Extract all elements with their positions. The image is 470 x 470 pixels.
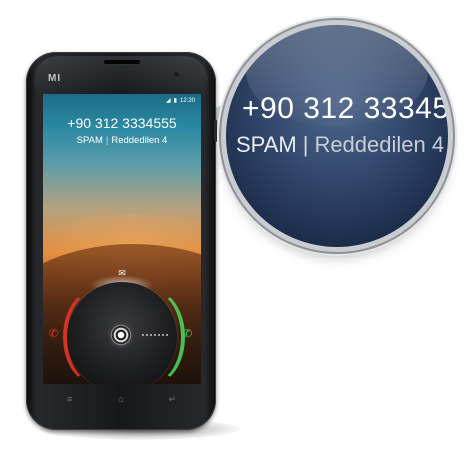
wifi-icon: ◢ bbox=[166, 98, 171, 104]
message-icon[interactable]: ✉ bbox=[117, 268, 127, 278]
back-icon[interactable]: ↵ bbox=[162, 394, 182, 405]
magnifier-lens: +90 312 333455 SPAM | Reddedilen 4 bbox=[226, 25, 448, 247]
phone-answer-icon[interactable]: ✆ bbox=[183, 327, 192, 340]
magnified-divider: | bbox=[302, 132, 309, 157]
call-slider-handle[interactable] bbox=[108, 322, 134, 348]
earpiece bbox=[104, 60, 140, 64]
caller-info: SPAM | Reddedilen 4 bbox=[43, 135, 201, 146]
side-button bbox=[214, 120, 217, 142]
navigation-bar: ≡ ⌂ ↵ bbox=[26, 394, 216, 405]
rejected-count: Reddedilen 4 bbox=[111, 135, 168, 146]
phone-decline-icon[interactable]: ✆ bbox=[49, 327, 58, 340]
caller-info-divider: | bbox=[105, 135, 109, 146]
magnified-spam-tag: SPAM bbox=[236, 132, 297, 157]
battery-icon: ▮ bbox=[173, 98, 177, 104]
incoming-call-screen: ◢ ▮ 12:20 +90 312 3334555 SPAM | Reddedile… bbox=[43, 94, 201, 384]
caller-number: +90 312 3334555 bbox=[67, 115, 177, 131]
status-bar: ◢ ▮ 12:20 bbox=[166, 97, 195, 105]
brand-logo: MI bbox=[48, 73, 62, 84]
phone-device: MI ◢ ▮ 12:20 +90 312 3334555 SPAM | Redded… bbox=[26, 52, 216, 430]
slide-dots bbox=[141, 334, 169, 336]
home-icon[interactable]: ⌂ bbox=[111, 394, 131, 405]
spam-tag: SPAM bbox=[76, 135, 103, 146]
magnified-caller-number: +90 312 333455 bbox=[242, 92, 448, 125]
menu-icon[interactable]: ≡ bbox=[60, 394, 80, 405]
status-time: 12:20 bbox=[179, 97, 195, 104]
magnified-caller-info: SPAM | Reddedilen 4 bbox=[236, 132, 444, 158]
front-camera bbox=[174, 72, 179, 77]
magnified-rejected-count: Reddedilen 4 bbox=[314, 132, 445, 157]
